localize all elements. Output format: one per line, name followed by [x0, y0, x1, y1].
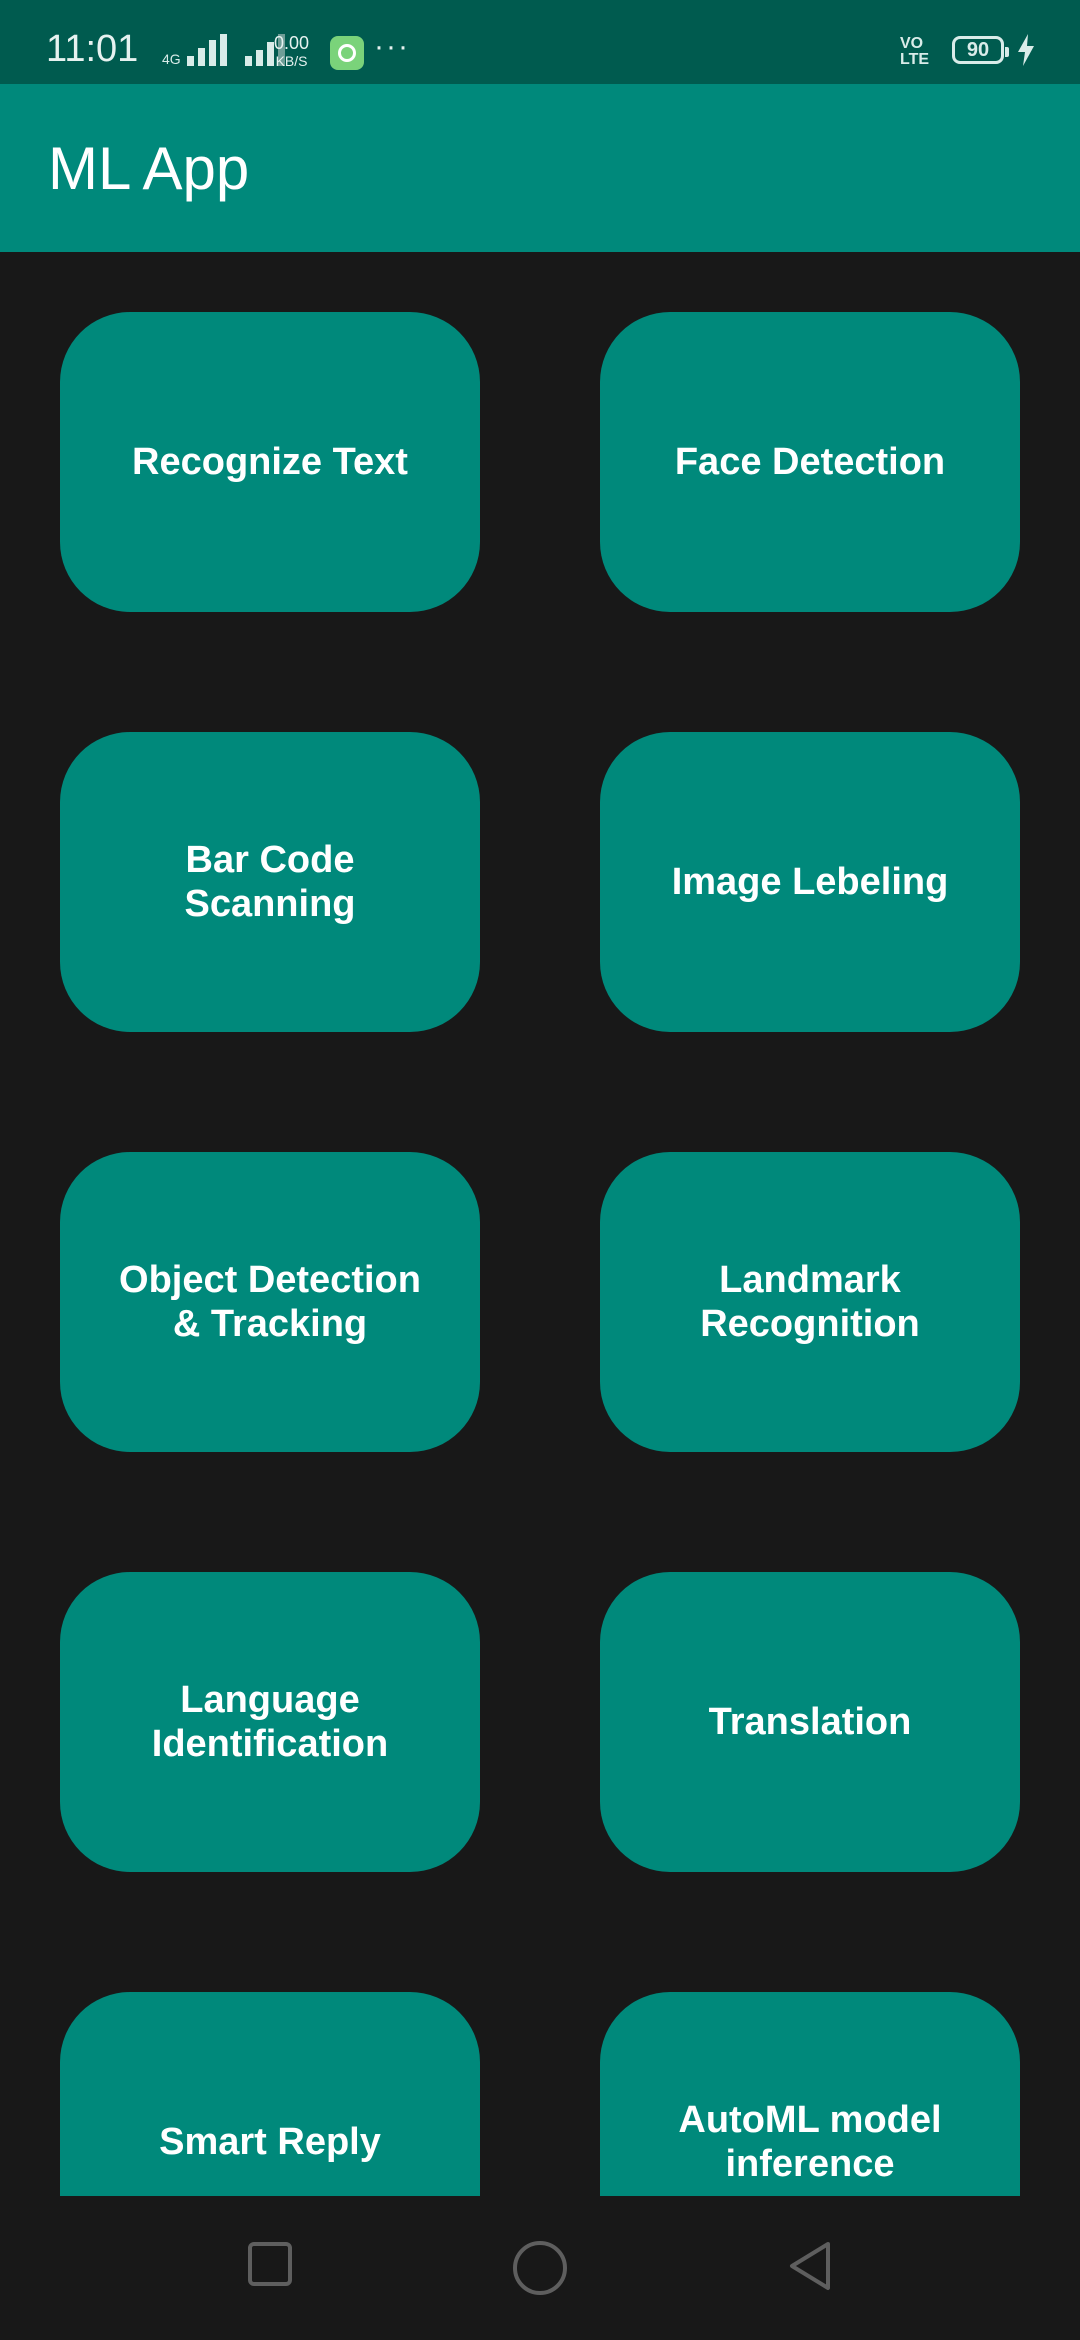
- app-title: ML App: [48, 135, 250, 202]
- bar-code-scanning-button[interactable]: Bar Code Scanning: [60, 732, 480, 1032]
- speed-unit: KB/S: [275, 53, 308, 69]
- network-speed: 0.00 KB/S: [274, 34, 309, 70]
- translation-button[interactable]: Translation: [600, 1572, 1020, 1872]
- language-identification-button[interactable]: Language Identification: [60, 1572, 480, 1872]
- charging-icon: [1018, 34, 1034, 66]
- face-detection-button[interactable]: Face Detection: [600, 312, 1020, 612]
- recents-square-icon[interactable]: [246, 2240, 294, 2288]
- signal-icon: [186, 34, 227, 66]
- image-labeling-button[interactable]: Image Lebeling: [600, 732, 1020, 1032]
- smart-reply-button[interactable]: Smart Reply: [60, 1992, 480, 2196]
- home-circle-icon[interactable]: [512, 2240, 568, 2296]
- battery-level: 90: [966, 38, 990, 61]
- speed-value: 0.00: [274, 33, 310, 53]
- app-notification-icon: [330, 36, 364, 70]
- network-indicator: 4G: [162, 34, 285, 66]
- object-detection-button[interactable]: Object Detection & Tracking: [60, 1152, 480, 1452]
- more-notifications: ···: [374, 30, 410, 63]
- app-bar: ML App: [0, 84, 1080, 252]
- volte-top: VO: [900, 35, 924, 52]
- status-time: 11:01: [46, 28, 139, 70]
- network-type: 4G: [162, 51, 181, 67]
- feature-grid: Recognize Text Face Detection Bar Code S…: [0, 252, 1080, 2196]
- battery-icon: 90: [952, 36, 1009, 64]
- system-nav-bar: [0, 2196, 1080, 2340]
- landmark-recognition-button[interactable]: Landmark Recognition: [600, 1152, 1020, 1452]
- automl-inference-button[interactable]: AutoML model inference: [600, 1992, 1020, 2196]
- volte-bottom: LTE: [900, 51, 930, 68]
- status-bar: 11:01 4G 0.00 KB/S ··· VO LTE 90: [0, 0, 1080, 84]
- volte-indicator: VO LTE: [900, 36, 929, 68]
- recognize-text-button[interactable]: Recognize Text: [60, 312, 480, 612]
- back-triangle-icon[interactable]: [786, 2240, 834, 2292]
